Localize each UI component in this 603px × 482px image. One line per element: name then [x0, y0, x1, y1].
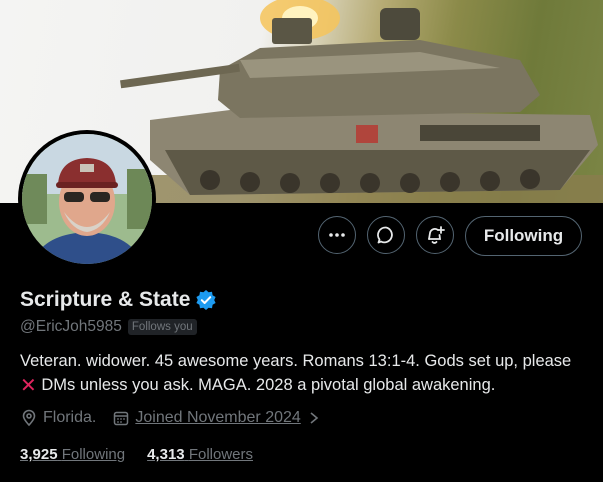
following-label: Following	[61, 446, 126, 463]
joined-item[interactable]: Joined November 2024	[112, 409, 325, 427]
bell-plus-icon	[428, 226, 445, 244]
message-button[interactable]	[367, 216, 405, 254]
followers-count: 4,313	[147, 446, 185, 463]
joined-text[interactable]: Joined November 2024	[135, 409, 300, 427]
chevron-right-icon[interactable]	[307, 411, 321, 425]
location-pin-icon	[22, 409, 36, 427]
following-count: 3,925	[20, 446, 58, 463]
location-item: Florida.	[20, 409, 96, 427]
following-stat[interactable]: 3,925 Following	[20, 446, 125, 463]
bio-text-part1: Veteran. widower. 45 awesome years. Roma…	[20, 352, 572, 370]
location-text: Florida.	[43, 409, 97, 426]
cross-mark-icon: ✕	[20, 375, 37, 397]
bio-text-part2: DMs unless you ask. MAGA. 2028 a pivotal…	[36, 376, 496, 394]
follows-you-badge: Follows you	[127, 319, 197, 335]
following-button[interactable]: Following	[465, 216, 582, 256]
verified-badge-icon[interactable]	[195, 289, 217, 311]
avatar-photo	[22, 134, 152, 264]
profile-meta: Florida. Joined November 2024	[20, 409, 326, 427]
handle-row: @EricJoh5985 Follows you	[20, 318, 197, 336]
notify-button[interactable]	[416, 216, 454, 254]
profile-bio: Veteran. widower. 45 awesome years. Roma…	[20, 349, 590, 398]
followers-stat[interactable]: 4,313 Followers	[147, 446, 253, 463]
message-icon	[377, 226, 393, 244]
more-button[interactable]	[318, 216, 356, 254]
profile-name-row: Scripture & State	[20, 288, 217, 312]
follow-stats: 3,925 Following 4,313 Followers	[20, 446, 275, 463]
display-name: Scripture & State	[20, 288, 191, 311]
followers-label: Followers	[188, 446, 253, 463]
more-icon	[329, 233, 345, 237]
handle: @EricJoh5985	[20, 318, 122, 335]
calendar-icon	[114, 411, 129, 426]
profile-avatar[interactable]	[18, 130, 156, 268]
